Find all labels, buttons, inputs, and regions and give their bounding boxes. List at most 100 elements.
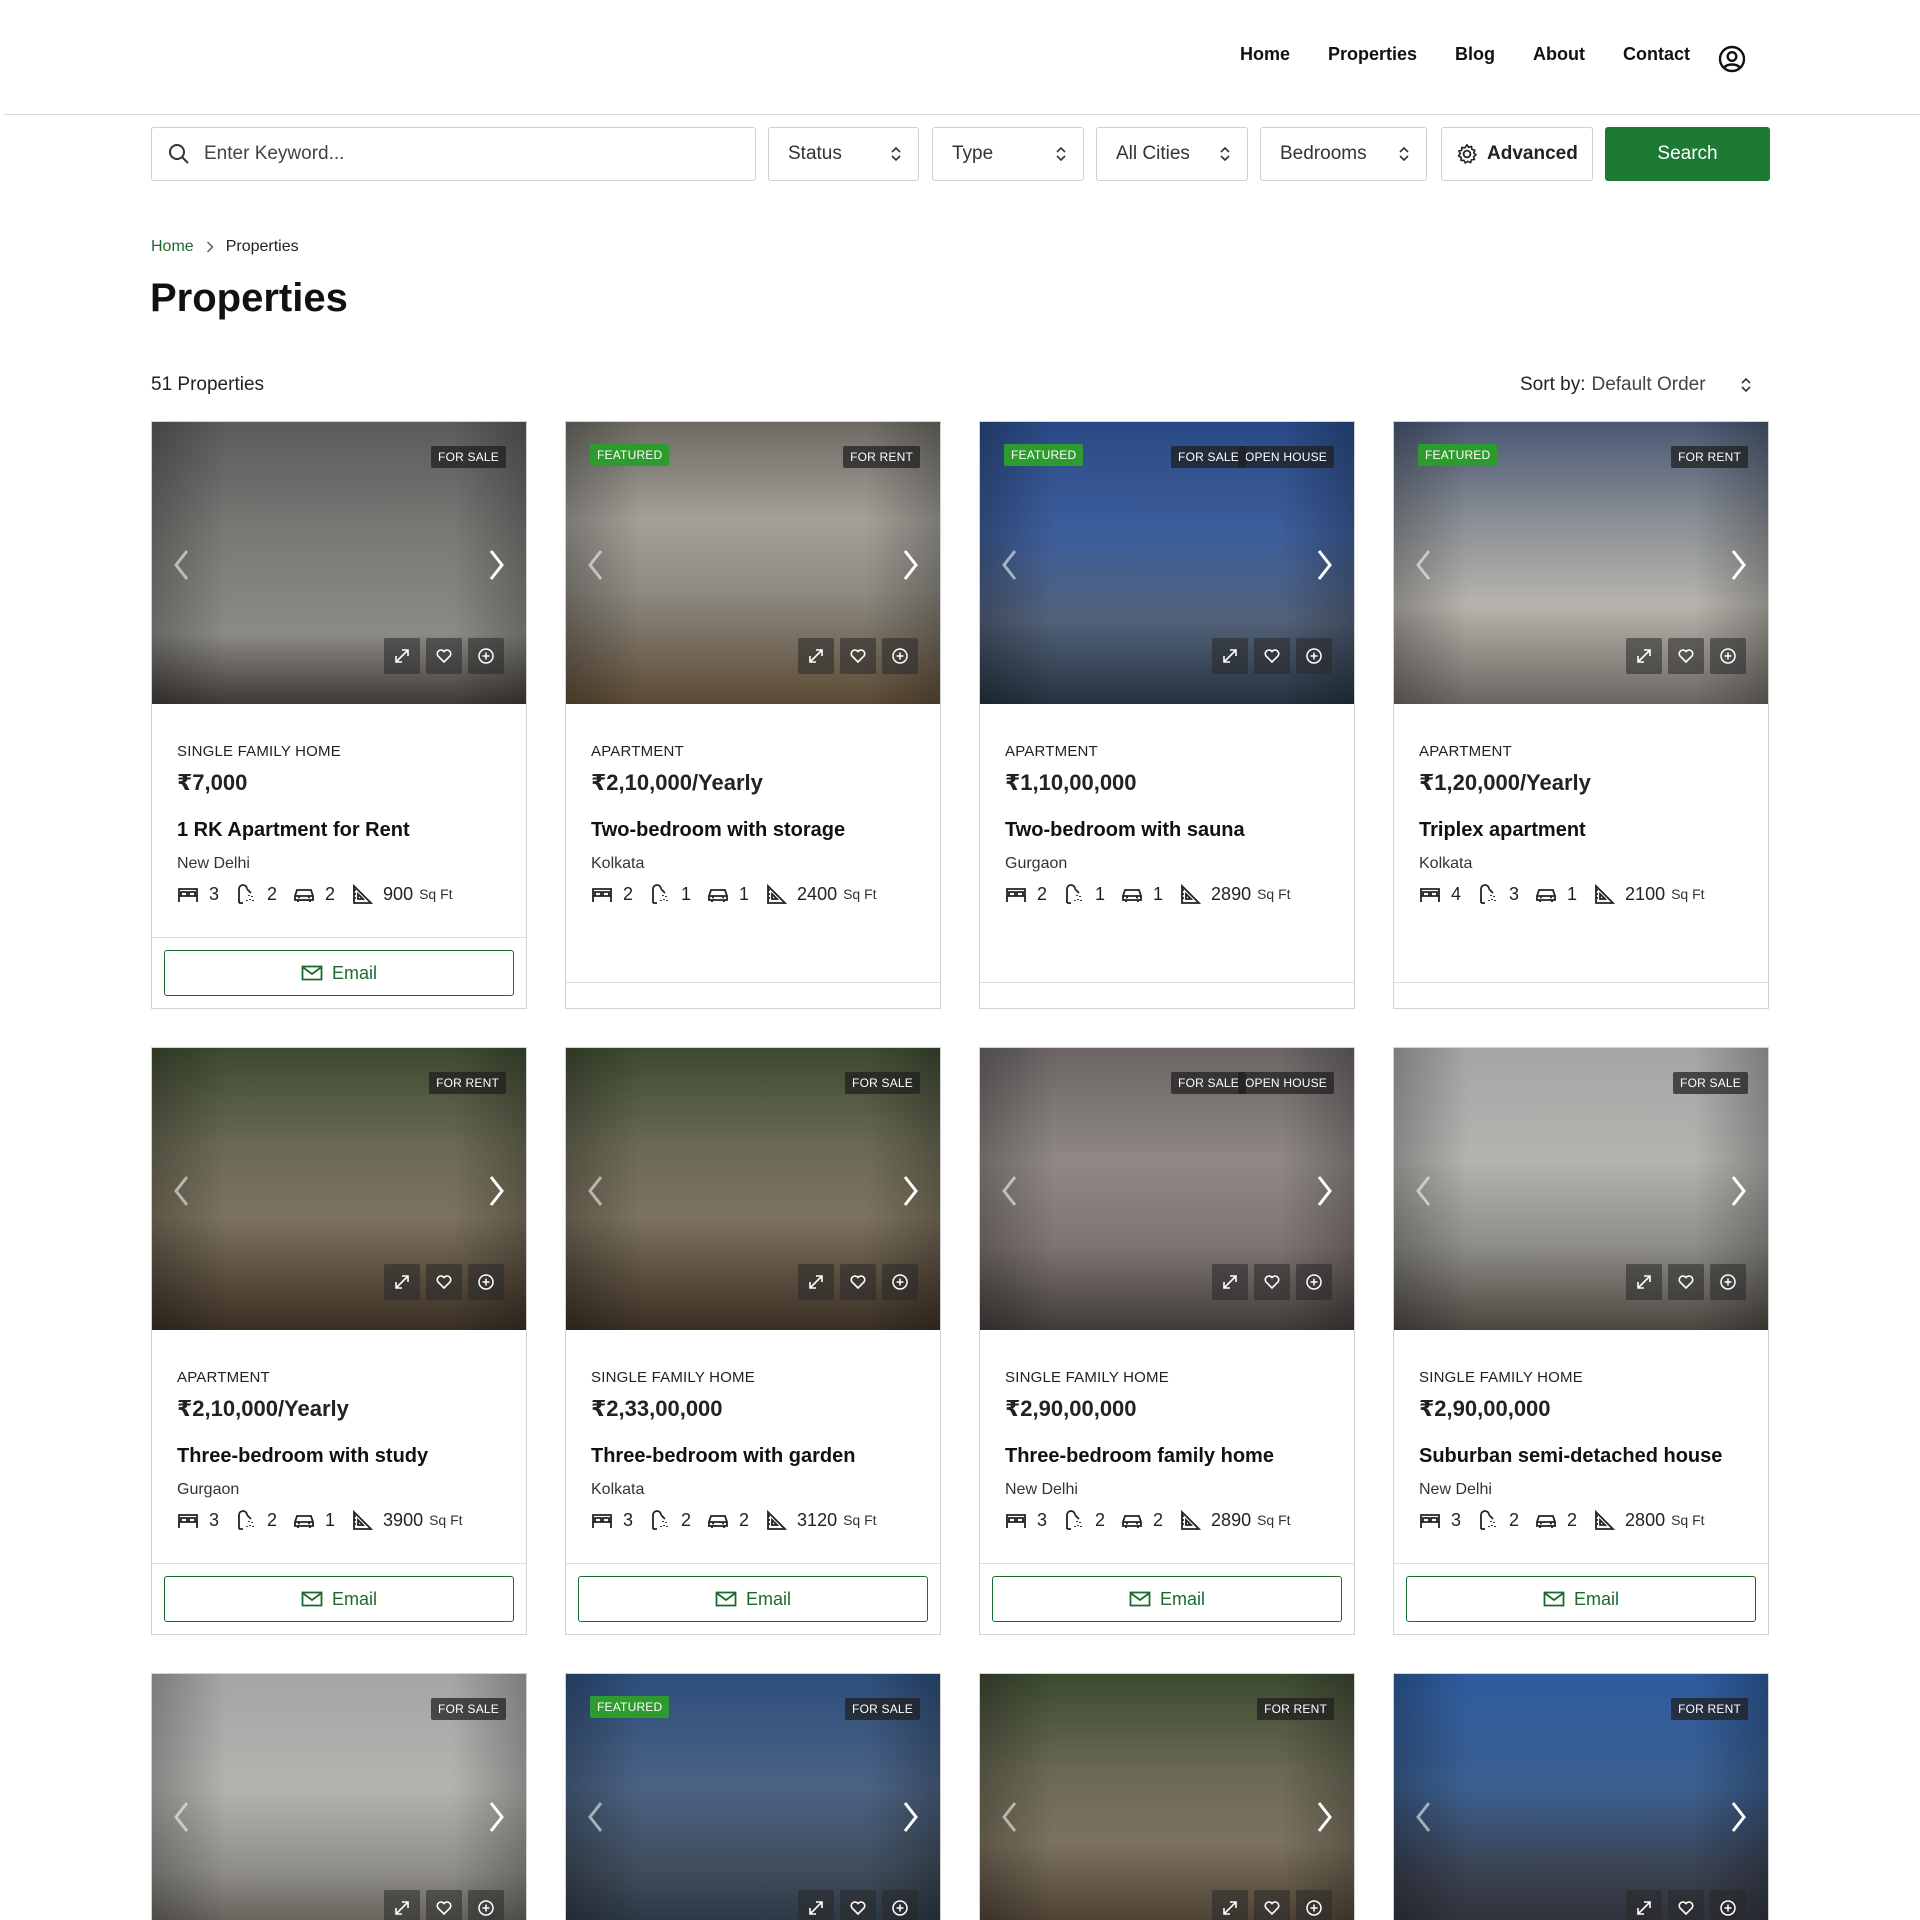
compare-button[interactable]: [1296, 1890, 1332, 1920]
property-card[interactable]: FEATURED FOR SALE: [565, 1673, 941, 1920]
compare-button[interactable]: [468, 638, 504, 674]
property-image[interactable]: FOR RENT: [980, 1674, 1354, 1920]
keyword-field[interactable]: [151, 127, 756, 181]
chevron-left-icon[interactable]: [170, 1800, 194, 1834]
property-title[interactable]: Two-bedroom with storage: [591, 819, 915, 842]
favorite-button[interactable]: [426, 1890, 462, 1920]
favorite-button[interactable]: [840, 1264, 876, 1300]
property-card[interactable]: OPEN HOUSE FOR SALE SINGLE FAMILY HOME ₹2,9…: [979, 1047, 1355, 1635]
compare-button[interactable]: [1296, 1264, 1332, 1300]
favorite-button[interactable]: [426, 1264, 462, 1300]
email-button[interactable]: Email: [164, 1576, 514, 1622]
property-title[interactable]: Three-bedroom with garden: [591, 1445, 915, 1468]
chevron-left-icon[interactable]: [998, 1174, 1022, 1208]
chevron-right-icon[interactable]: [1726, 1174, 1750, 1208]
property-image[interactable]: FOR SALE: [566, 1048, 940, 1330]
chevron-right-icon[interactable]: [1726, 1800, 1750, 1834]
keyword-input[interactable]: [204, 143, 724, 165]
chevron-right-icon[interactable]: [898, 1800, 922, 1834]
nav-link-properties[interactable]: Properties: [1328, 44, 1417, 65]
email-button[interactable]: Email: [578, 1576, 928, 1622]
chevron-right-icon[interactable]: [1312, 1800, 1336, 1834]
property-image[interactable]: FOR SALE: [152, 1674, 526, 1920]
favorite-button[interactable]: [1254, 1890, 1290, 1920]
cities-select[interactable]: All Cities: [1096, 127, 1248, 181]
email-button[interactable]: Email: [164, 950, 514, 996]
property-card[interactable]: FOR SALE SINGLE FAMILY HOME ₹7,000 1 RK Apa…: [151, 421, 527, 1009]
property-image[interactable]: FOR SALE: [152, 422, 526, 704]
chevron-left-icon[interactable]: [1412, 1174, 1436, 1208]
chevron-left-icon[interactable]: [998, 1800, 1022, 1834]
bedrooms-select[interactable]: Bedrooms: [1260, 127, 1427, 181]
favorite-button[interactable]: [1668, 1890, 1704, 1920]
nav-link-contact[interactable]: Contact: [1623, 44, 1690, 65]
sort-dropdown[interactable]: Sort by: Default Order: [1520, 374, 1752, 396]
email-button[interactable]: Email: [992, 1576, 1342, 1622]
compare-button[interactable]: [882, 1890, 918, 1920]
expand-button[interactable]: [798, 1264, 834, 1300]
user-circle-icon[interactable]: [1718, 45, 1746, 73]
chevron-right-icon[interactable]: [484, 1174, 508, 1208]
property-title[interactable]: Three-bedroom family home: [1005, 1445, 1329, 1468]
compare-button[interactable]: [1710, 1890, 1746, 1920]
favorite-button[interactable]: [1254, 638, 1290, 674]
property-card[interactable]: FOR RENT APARTMENT ₹2,10,000/Yearly Three-b…: [151, 1047, 527, 1635]
email-button[interactable]: Email: [1406, 1576, 1756, 1622]
property-card[interactable]: FOR RENT: [979, 1673, 1355, 1920]
property-title[interactable]: Triplex apartment: [1419, 819, 1743, 842]
favorite-button[interactable]: [1668, 1264, 1704, 1300]
favorite-button[interactable]: [840, 638, 876, 674]
property-image[interactable]: FEATURED FOR RENT: [1394, 422, 1768, 704]
compare-button[interactable]: [468, 1890, 504, 1920]
property-card[interactable]: FEATURED OPEN HOUSE FOR SALE APARTMENT ₹1,10…: [979, 421, 1355, 1009]
type-select[interactable]: Type: [932, 127, 1084, 181]
nav-link-about[interactable]: About: [1533, 44, 1585, 65]
chevron-right-icon[interactable]: [1312, 1174, 1336, 1208]
property-card[interactable]: FEATURED FOR RENT APARTMENT ₹2,10,000/Yearl…: [565, 421, 941, 1009]
compare-button[interactable]: [882, 638, 918, 674]
favorite-button[interactable]: [1668, 638, 1704, 674]
chevron-right-icon[interactable]: [1726, 548, 1750, 582]
chevron-left-icon[interactable]: [1412, 548, 1436, 582]
property-image[interactable]: FOR RENT: [152, 1048, 526, 1330]
chevron-right-icon[interactable]: [898, 1174, 922, 1208]
property-title[interactable]: Two-bedroom with sauna: [1005, 819, 1329, 842]
chevron-left-icon[interactable]: [584, 548, 608, 582]
expand-button[interactable]: [1212, 1264, 1248, 1300]
property-image[interactable]: FEATURED FOR SALE: [566, 1674, 940, 1920]
property-card[interactable]: FOR SALE SINGLE FAMILY HOME ₹2,33,00,000 Th…: [565, 1047, 941, 1635]
favorite-button[interactable]: [426, 638, 462, 674]
chevron-left-icon[interactable]: [170, 548, 194, 582]
expand-button[interactable]: [1626, 1890, 1662, 1920]
expand-button[interactable]: [1212, 1890, 1248, 1920]
chevron-left-icon[interactable]: [998, 548, 1022, 582]
chevron-right-icon[interactable]: [898, 548, 922, 582]
property-card[interactable]: FOR RENT: [1393, 1673, 1769, 1920]
property-card[interactable]: FEATURED FOR RENT APARTMENT ₹1,20,000/Yearl…: [1393, 421, 1769, 1009]
favorite-button[interactable]: [1254, 1264, 1290, 1300]
nav-link-blog[interactable]: Blog: [1455, 44, 1495, 65]
chevron-left-icon[interactable]: [1412, 1800, 1436, 1834]
expand-button[interactable]: [384, 1264, 420, 1300]
property-card[interactable]: FOR SALE SINGLE FAMILY HOME ₹2,90,00,000 Su…: [1393, 1047, 1769, 1635]
property-title[interactable]: 1 RK Apartment for Rent: [177, 819, 501, 842]
compare-button[interactable]: [1710, 638, 1746, 674]
property-image[interactable]: FOR RENT: [1394, 1674, 1768, 1920]
search-button[interactable]: Search: [1605, 127, 1770, 181]
property-title[interactable]: Suburban semi-detached house: [1419, 1445, 1743, 1468]
expand-button[interactable]: [384, 638, 420, 674]
property-image[interactable]: OPEN HOUSE FOR SALE: [980, 1048, 1354, 1330]
compare-button[interactable]: [1710, 1264, 1746, 1300]
chevron-left-icon[interactable]: [170, 1174, 194, 1208]
property-card[interactable]: FOR SALE: [151, 1673, 527, 1920]
expand-button[interactable]: [798, 1890, 834, 1920]
property-image[interactable]: FEATURED FOR RENT: [566, 422, 940, 704]
compare-button[interactable]: [468, 1264, 504, 1300]
chevron-right-icon[interactable]: [1312, 548, 1336, 582]
chevron-right-icon[interactable]: [484, 1800, 508, 1834]
expand-button[interactable]: [384, 1890, 420, 1920]
chevron-left-icon[interactable]: [584, 1174, 608, 1208]
chevron-left-icon[interactable]: [584, 1800, 608, 1834]
expand-button[interactable]: [1212, 638, 1248, 674]
expand-button[interactable]: [1626, 1264, 1662, 1300]
